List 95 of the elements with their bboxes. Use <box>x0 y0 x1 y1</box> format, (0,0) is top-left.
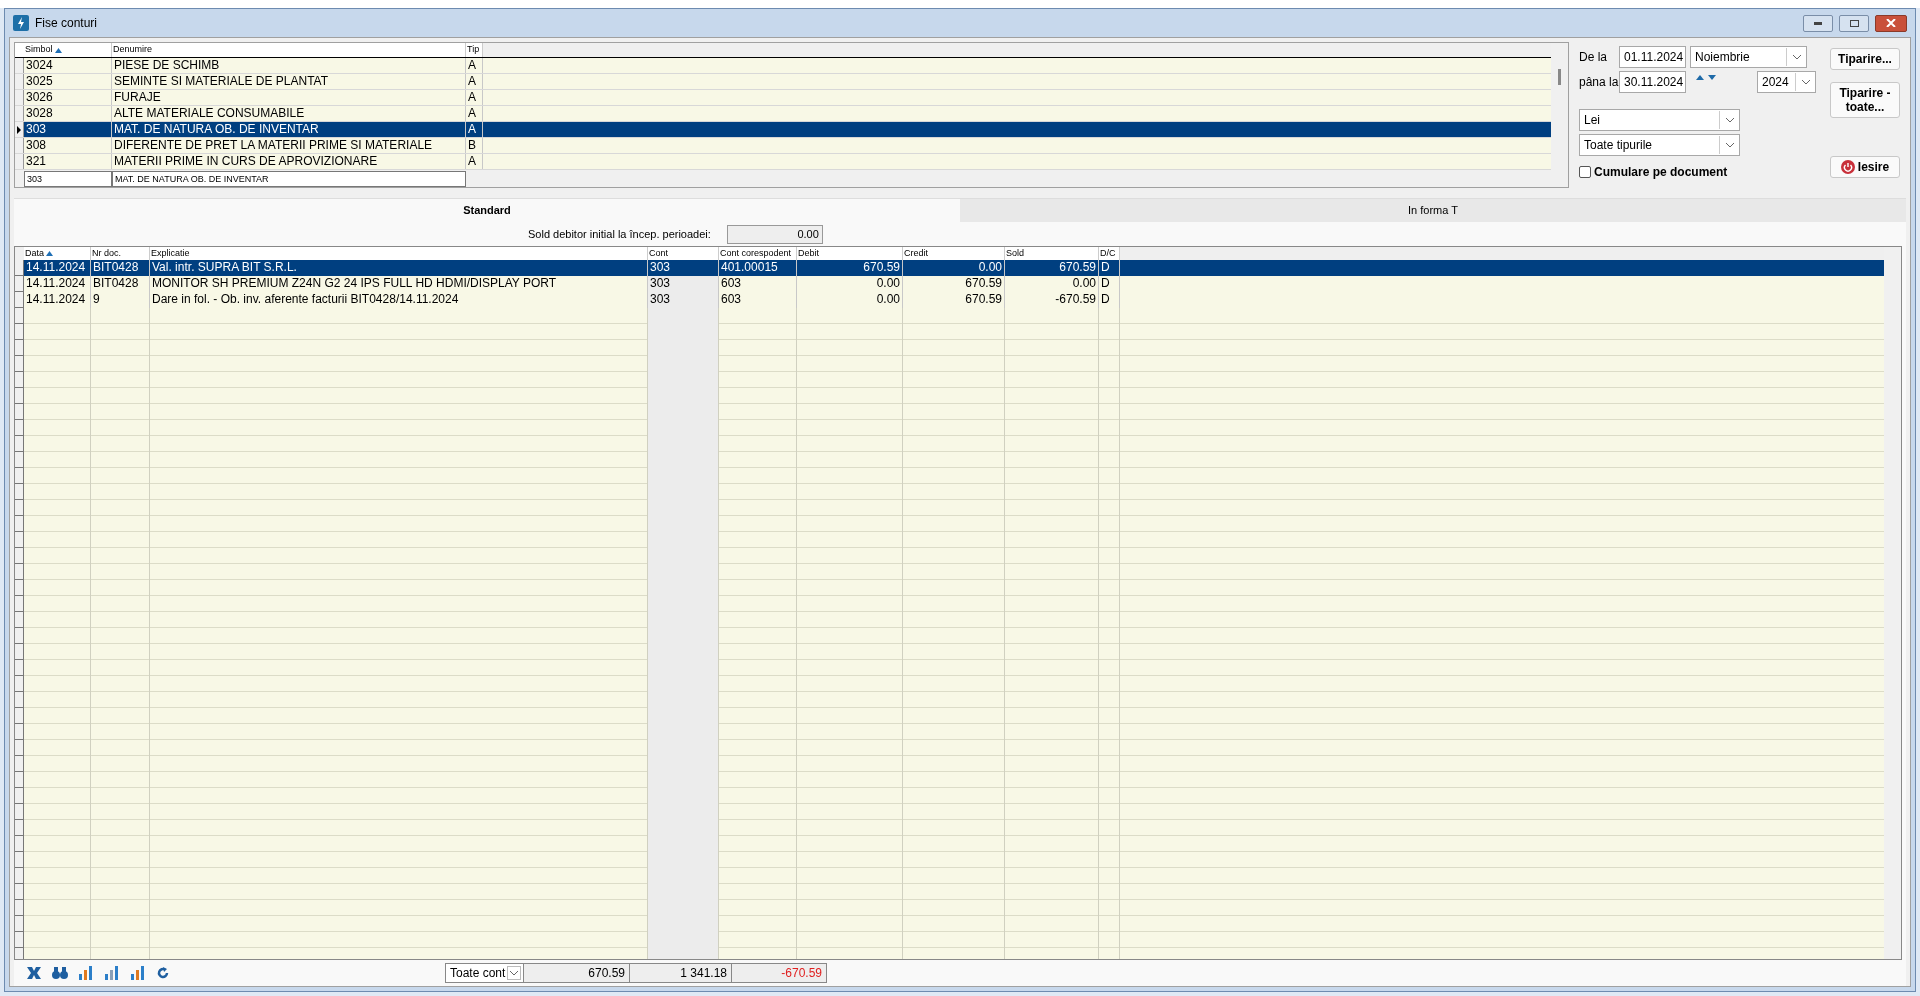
restore-icon <box>1849 19 1859 27</box>
table-cell: MAT. DE NATURA OB. DE INVENTAR <box>112 122 466 137</box>
tab[interactable]: Standard <box>14 198 960 222</box>
sort-ascending-icon <box>54 47 62 53</box>
close-icon <box>1886 19 1896 27</box>
next-month-icon[interactable] <box>1708 74 1716 80</box>
total-credit: 1 341.18 <box>630 964 732 982</box>
column-header[interactable]: Simbol <box>24 43 112 57</box>
from-date-field[interactable]: 01.11.2024 <box>1619 46 1686 68</box>
table-cell: 3028 <box>24 106 112 121</box>
app-icon <box>13 15 29 31</box>
opening-balance-label: Sold debitor initial la încep. perioadei: <box>528 226 711 242</box>
bar-chart-icon[interactable] <box>130 966 146 980</box>
from-label: De la <box>1579 49 1608 66</box>
table-cell: ALTE MATERIALE CONSUMABILE <box>112 106 466 121</box>
account-row[interactable]: 3024 PIESE DE SCHIMB A <box>15 58 1551 74</box>
total-balance: -670.59 <box>732 964 826 982</box>
filter-field[interactable]: MAT. DE NATURA OB. DE INVENTAR <box>112 171 466 187</box>
table-cell: A <box>466 58 483 73</box>
table-cell: A <box>466 106 483 121</box>
minimize-button[interactable] <box>1803 14 1833 32</box>
dropdown[interactable]: Noiembrie <box>1690 46 1807 68</box>
table-cell: 303 <box>24 122 112 137</box>
table-cell: 3024 <box>24 58 112 73</box>
close-button[interactable] <box>1875 14 1907 32</box>
bar-chart-icon[interactable] <box>78 966 94 980</box>
print-button[interactable]: Tiparire... <box>1830 48 1900 70</box>
table-cell: 303 <box>648 276 719 292</box>
table-cell: 14.11.2024 <box>24 292 91 308</box>
opening-balance-field: 0.00 <box>726 224 823 244</box>
tab[interactable]: In forma T <box>960 198 1906 222</box>
excel-icon[interactable] <box>26 966 42 980</box>
dropdown-value: 2024 <box>1761 74 1790 91</box>
bar-chart-icon[interactable] <box>104 966 120 980</box>
to-date-field[interactable]: 30.11.2024 <box>1619 71 1686 93</box>
entry-row[interactable]: 14.11.2024 BIT0428 Val. intr. SUPRA BIT S.R.L. 303 401.00015 670.59 0.00 670.59 D <box>24 260 1884 276</box>
table-cell: 3026 <box>24 90 112 105</box>
table-cell: 9 <box>91 292 150 308</box>
checkbox-label: Cumulare pe document <box>1594 164 1728 181</box>
entry-row[interactable]: 14.11.2024 9 Dare in fol. - Ob. inv. aferente facturii BIT0428/14.11.2024 303 603 0.00 670.59 -670.59 D <box>24 292 1884 308</box>
chevron-down-icon <box>1791 54 1802 60</box>
table-cell: 0.00 <box>797 292 903 308</box>
table-cell: PIESE DE SCHIMB <box>112 58 466 73</box>
dropdown[interactable]: Toate tipurile <box>1579 134 1740 156</box>
account-row[interactable]: 3028 ALTE MATERIALE CONSUMABILE A <box>15 106 1551 122</box>
account-row[interactable]: 3026 FURAJE A <box>15 90 1551 106</box>
chevron-down-icon <box>1800 79 1811 85</box>
print-all-button[interactable]: Tiparire - toate... <box>1830 82 1900 118</box>
restore-button[interactable] <box>1839 14 1869 32</box>
chevron-down-icon <box>509 970 520 976</box>
minimize-icon <box>1814 21 1822 25</box>
row-pointer-icon <box>17 125 21 134</box>
table-cell: A <box>466 122 483 137</box>
table-cell: 603 <box>719 292 797 308</box>
column-header[interactable]: Denumire <box>112 43 466 57</box>
checkbox[interactable] <box>1579 166 1591 178</box>
row-selector[interactable] <box>15 122 24 137</box>
sort-ascending-icon <box>46 251 53 256</box>
table-cell: A <box>466 154 483 169</box>
table-cell: 321 <box>24 154 112 169</box>
accounts-filter-dropdown[interactable]: Toate cont <box>446 964 524 982</box>
table-cell: D <box>1099 292 1120 308</box>
table-cell: DIFERENTE DE PRET LA MATERII PRIME SI MATERIALE <box>112 138 466 153</box>
table-cell: 3025 <box>24 74 112 89</box>
refresh-icon[interactable] <box>156 966 170 980</box>
account-row[interactable]: 321 MATERII PRIME IN CURS DE APROVIZIONARE A <box>15 154 1551 170</box>
table-cell: SEMINTE SI MATERIALE DE PLANTAT <box>112 74 466 89</box>
table-cell: MATERII PRIME IN CURS DE APROVIZIONARE <box>112 154 466 169</box>
entry-row[interactable]: 14.11.2024 BIT0428 MONITOR SH PREMIUM Z24N G2 24 IPS FULL HD HDMI/DISPLAY PORT 303 603 0.00 670.59 0.00 D <box>24 276 1884 292</box>
filter-field[interactable]: 303 <box>24 171 112 187</box>
chevron-down-icon <box>1724 142 1735 148</box>
total-debit: 670.59 <box>524 964 630 982</box>
previous-month-icon[interactable] <box>1696 74 1704 80</box>
table-cell: 303 <box>648 292 719 308</box>
table-cell: B <box>466 138 483 153</box>
dropdown-value: Lei <box>1583 112 1601 129</box>
dropdown[interactable]: Lei <box>1579 109 1740 131</box>
dropdown-value: Noiembrie <box>1694 49 1751 66</box>
account-row[interactable]: 303 MAT. DE NATURA OB. DE INVENTAR A <box>15 122 1551 138</box>
binoculars-icon[interactable] <box>52 966 68 980</box>
exit-button[interactable]: Iesire <box>1830 156 1900 178</box>
table-cell: FURAJE <box>112 90 466 105</box>
dropdown[interactable]: 2024 <box>1757 71 1816 93</box>
table-cell: A <box>466 90 483 105</box>
dropdown-value: Toate tipurile <box>1583 137 1654 154</box>
table-cell: -670.59 <box>1005 292 1099 308</box>
chevron-down-icon <box>1724 117 1735 123</box>
account-row[interactable]: 3025 SEMINTE SI MATERIALE DE PLANTAT A <box>15 74 1551 90</box>
table-cell: 670.59 <box>903 292 1005 308</box>
account-row[interactable]: 308 DIFERENTE DE PRET LA MATERII PRIME SI MATERIALE B <box>15 138 1551 154</box>
table-cell: A <box>466 74 483 89</box>
window-title: Fise conturi <box>35 15 98 32</box>
scrollbar-thumb[interactable] <box>1558 69 1561 85</box>
power-icon <box>1840 160 1855 174</box>
table-cell: 308 <box>24 138 112 153</box>
